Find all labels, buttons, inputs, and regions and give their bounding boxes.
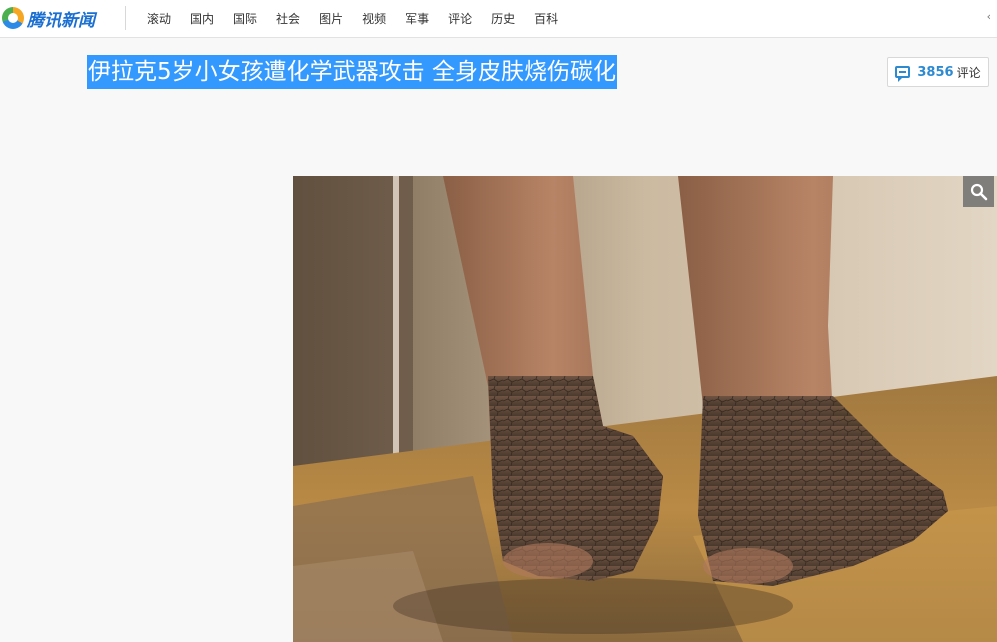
nav-divider [125, 6, 126, 30]
site-logo[interactable]: 腾讯新闻 [2, 5, 95, 31]
nav-item-commentary[interactable]: 评论 [448, 10, 472, 27]
channel-nav: 滚动 国内 国际 社会 图片 视频 军事 评论 历史 百科 [147, 0, 577, 37]
nav-item-domestic[interactable]: 国内 [190, 10, 214, 27]
article-photo[interactable] [293, 176, 997, 642]
nav-item-encyclopedia[interactable]: 百科 [534, 10, 558, 27]
zoom-button[interactable] [963, 176, 994, 207]
magnifier-icon [970, 183, 987, 200]
nav-item-rolling[interactable]: 滚动 [147, 10, 171, 27]
nav-item-society[interactable]: 社会 [276, 10, 300, 27]
comment-count: 3856 [917, 64, 954, 80]
logo-text: 腾讯新闻 [27, 10, 95, 31]
nav-item-international[interactable]: 国际 [233, 10, 257, 27]
nav-item-military[interactable]: 军事 [405, 10, 429, 27]
comment-label: 评论 [956, 65, 981, 80]
nav-more-arrow-icon[interactable]: ‹ [987, 10, 991, 23]
comments-button[interactable]: 3856 评论 [887, 57, 989, 87]
nav-item-history[interactable]: 历史 [491, 10, 515, 27]
comment-bubble-icon [895, 66, 911, 82]
nav-item-video[interactable]: 视频 [362, 10, 386, 27]
photo-illustration [293, 176, 997, 642]
article-title: 伊拉克5岁小女孩遭化学武器攻击 全身皮肤烧伤碳化 [87, 55, 617, 89]
tencent-logo-icon [2, 7, 24, 29]
nav-item-pictures[interactable]: 图片 [319, 10, 343, 27]
top-navigation-bar: 腾讯新闻 滚动 国内 国际 社会 图片 视频 军事 评论 历史 百科 ‹ [0, 0, 997, 38]
